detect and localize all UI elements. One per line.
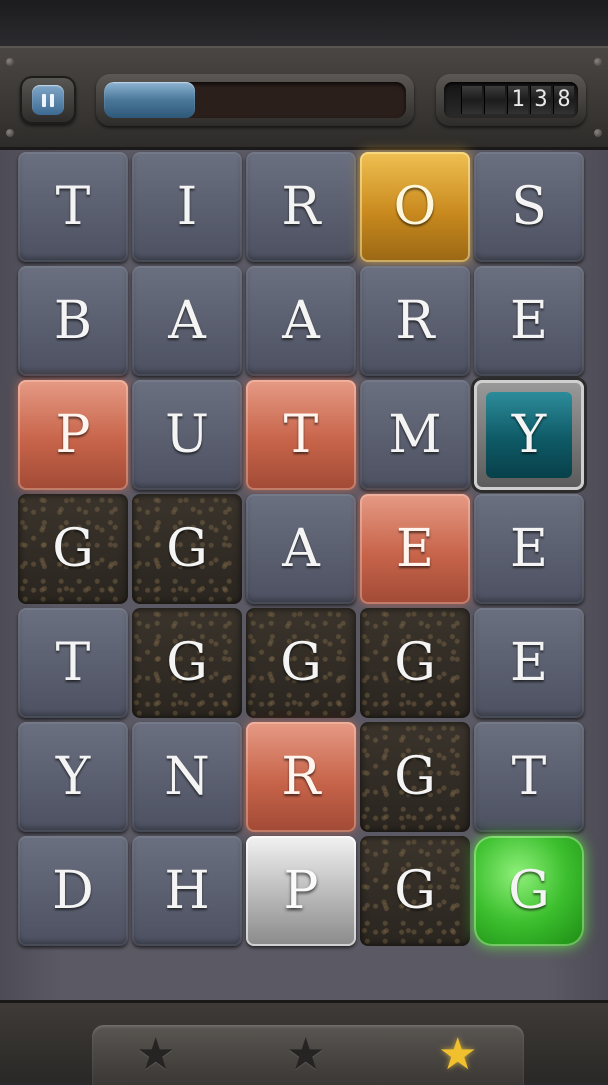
tile-letter: S xyxy=(511,177,547,237)
letter-tile[interactable]: G xyxy=(246,608,356,718)
letter-tile[interactable]: B xyxy=(18,266,128,376)
star-icon: ★ xyxy=(438,1029,478,1080)
pause-button[interactable] xyxy=(20,76,76,124)
rivet-icon xyxy=(594,129,602,137)
tile-letter: P xyxy=(55,405,91,465)
tile-letter: G xyxy=(394,633,436,693)
tile-letter: G xyxy=(280,633,322,693)
letter-tile[interactable]: P xyxy=(18,380,128,490)
tile-letter: G xyxy=(394,747,436,807)
letter-tile[interactable]: T xyxy=(18,608,128,718)
score-counter: 138 xyxy=(436,74,586,126)
letter-tile[interactable]: E xyxy=(474,266,584,376)
letter-tile[interactable]: M xyxy=(360,380,470,490)
letter-tile[interactable]: T xyxy=(18,152,128,262)
tile-letter: A xyxy=(282,291,320,351)
pause-icon xyxy=(32,85,64,115)
tile-letter: H xyxy=(164,861,210,921)
score-digit: 1 xyxy=(507,86,528,114)
letter-tile[interactable]: R xyxy=(360,266,470,376)
rivet-icon xyxy=(6,129,14,137)
letter-tile[interactable]: T xyxy=(474,722,584,832)
letter-tile[interactable]: G xyxy=(132,494,242,604)
letter-tile[interactable]: S xyxy=(474,152,584,262)
tile-letter: R xyxy=(395,291,435,351)
tile-letter: A xyxy=(282,519,320,579)
tile-letter: E xyxy=(510,633,548,693)
tile-letter: T xyxy=(55,177,91,237)
tile-letter: R xyxy=(281,177,321,237)
tile-gem: Y xyxy=(486,392,572,478)
tile-letter: G xyxy=(508,861,550,921)
tile-letter: E xyxy=(396,519,434,579)
progress-bar xyxy=(96,74,414,126)
tile-letter: I xyxy=(176,177,198,237)
tile-letter: T xyxy=(283,405,319,465)
rivet-icon xyxy=(594,58,602,66)
letter-tile[interactable]: G xyxy=(132,608,242,718)
star-icon: ★ xyxy=(286,1029,326,1080)
letter-tile[interactable]: G xyxy=(360,608,470,718)
letter-tile[interactable]: Y xyxy=(474,380,584,490)
tile-letter: G xyxy=(166,519,208,579)
letter-tile[interactable]: A xyxy=(246,494,356,604)
tile-letter: M xyxy=(388,405,442,465)
score-digit xyxy=(461,86,482,114)
letter-tile[interactable]: R xyxy=(246,152,356,262)
star-icon: ★ xyxy=(136,1029,176,1080)
letter-tile[interactable]: O xyxy=(360,152,470,262)
letter-tile[interactable]: E xyxy=(360,494,470,604)
tile-letter: G xyxy=(394,861,436,921)
score-digits: 138 xyxy=(461,86,574,114)
letter-tile[interactable]: U xyxy=(132,380,242,490)
tile-letter: D xyxy=(52,861,94,921)
letter-tile[interactable]: E xyxy=(474,494,584,604)
tile-letter: O xyxy=(393,177,437,237)
letter-tile[interactable]: I xyxy=(132,152,242,262)
score-digit: 3 xyxy=(530,86,551,114)
letter-tile[interactable]: Y xyxy=(18,722,128,832)
progress-fill xyxy=(104,82,195,118)
progress-track xyxy=(104,82,406,118)
letter-tile[interactable]: T xyxy=(246,380,356,490)
letter-tile[interactable]: G xyxy=(360,836,470,946)
letter-tile[interactable]: N xyxy=(132,722,242,832)
tile-letter: G xyxy=(52,519,94,579)
letter-tile[interactable]: G xyxy=(18,494,128,604)
star-tray: ★ ★ ★ xyxy=(92,1025,524,1085)
letter-tile[interactable]: G xyxy=(474,836,584,946)
tile-letter: E xyxy=(510,519,548,579)
tile-letter: T xyxy=(55,633,91,693)
letter-tile[interactable]: R xyxy=(246,722,356,832)
letter-tile[interactable]: A xyxy=(246,266,356,376)
letter-tile[interactable]: A xyxy=(132,266,242,376)
tile-letter: Y xyxy=(55,747,91,807)
score-digit xyxy=(484,86,505,114)
status-strip xyxy=(0,0,608,46)
tile-letter: Y xyxy=(511,405,547,465)
board-frame: TIROSBAAREPUTMYGGAEETGGGEYNRGTDHPGG xyxy=(0,150,608,1000)
tile-letter: A xyxy=(168,291,206,351)
tile-letter: N xyxy=(164,747,210,807)
tile-letter: G xyxy=(166,633,208,693)
score-digit: 8 xyxy=(553,86,574,114)
tile-letter: E xyxy=(510,291,548,351)
score-display: 138 xyxy=(444,82,578,118)
tile-letter: T xyxy=(511,747,547,807)
letter-tile[interactable]: E xyxy=(474,608,584,718)
bottom-bar: ★ ★ ★ xyxy=(0,1000,608,1085)
letter-tile[interactable]: P xyxy=(246,836,356,946)
letter-tile[interactable]: G xyxy=(360,722,470,832)
tile-letter: U xyxy=(165,405,209,465)
rivet-icon xyxy=(6,58,14,66)
tile-letter: R xyxy=(281,747,321,807)
tile-letter: P xyxy=(283,861,319,921)
letter-tile[interactable]: D xyxy=(18,836,128,946)
letter-tile[interactable]: H xyxy=(132,836,242,946)
tile-letter: B xyxy=(53,291,93,351)
letter-grid: TIROSBAAREPUTMYGGAEETGGGEYNRGTDHPGG xyxy=(18,150,590,952)
top-hud: 138 xyxy=(0,46,608,150)
